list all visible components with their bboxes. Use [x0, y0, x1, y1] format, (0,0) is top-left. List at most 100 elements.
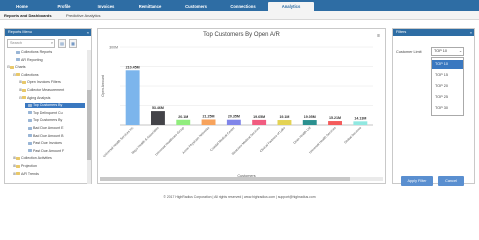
collapse-right-icon[interactable]: »: [470, 29, 472, 36]
search-placeholder: Search: [10, 41, 23, 45]
tree-item-label: Collections: [21, 72, 39, 77]
tree-scrollbar-thumb[interactable]: [87, 90, 91, 160]
x-tick-label: Universal Health Services Inc: [102, 126, 135, 159]
dropdown-option[interactable]: TOP 15: [432, 71, 463, 80]
chart-bar: [353, 121, 368, 125]
chevron-down-icon[interactable]: ⌄: [459, 48, 462, 55]
tree-scrollbar[interactable]: [87, 50, 91, 184]
bar-chart: 300M Open Amount 210.45M Universal Health S…: [101, 46, 373, 178]
chart-scrollbar-thumb[interactable]: [100, 177, 350, 181]
tree-item[interactable]: Top Delinquent Cu: [25, 111, 85, 116]
search-icon[interactable]: ⌕: [51, 40, 53, 47]
report-icon: [28, 111, 32, 115]
tab-profile[interactable]: Profile: [44, 2, 84, 11]
tree-item-label: Past Due Invoices: [33, 141, 62, 146]
tree-item[interactable]: ⊞ Open Invoices Filters: [19, 80, 85, 85]
dropdown-option[interactable]: TOP 20: [432, 82, 463, 91]
folder-icon: [22, 96, 26, 100]
tree-item[interactable]: ⊟ Charts: [7, 65, 85, 70]
bar-data-label: 21.25M: [203, 114, 215, 118]
tree-item-label: Past Due Amount F: [33, 148, 65, 153]
expand-all-icon[interactable]: ▤: [58, 39, 66, 48]
bar-data-label: 53.46M: [152, 106, 164, 110]
dropdown-option[interactable]: TOP 30: [432, 104, 463, 113]
tree-item-label: Bad Due Amount E: [33, 126, 64, 130]
bar-data-label: 210.45M: [126, 65, 140, 69]
tree-item[interactable]: Bad Due Amount B: [25, 134, 85, 139]
tree-item[interactable]: ⊟ Aging Analysis: [19, 96, 85, 101]
sub-navigation: Reports and Dashboards Predictive Analyt…: [0, 11, 479, 20]
chart-bar: [201, 119, 216, 125]
tab-analytics[interactable]: Analytics: [268, 2, 314, 11]
dropdown-option[interactable]: TOP 10: [432, 60, 463, 69]
customer-limit-dropdown: TOP 10 TOP 15 TOP 20 TOP 25 TOP 30: [431, 57, 464, 116]
customer-limit-label: Customer Limit: [396, 50, 422, 54]
subtab-reports-dashboards[interactable]: Reports and Dashboards: [4, 13, 52, 18]
chart-bar: [226, 119, 241, 125]
tree-item-label: Projection: [21, 164, 37, 168]
folder-icon: [16, 164, 20, 168]
tree-item-label: Collections Reports: [21, 50, 53, 54]
tab-customers[interactable]: Customers: [174, 2, 218, 11]
x-tick-label: Universal Health Services: [308, 126, 337, 155]
report-icon: [16, 50, 20, 54]
customer-limit-select[interactable]: TOP 10 ⌄: [431, 47, 464, 56]
report-icon: [28, 103, 32, 107]
x-tick-label: Dean Health Ltd: [292, 126, 311, 145]
x-tick-label: Coastal Medical Center: [209, 125, 236, 152]
tree-item-label: Top Delinquent Cu: [33, 110, 63, 115]
filters-title: Filters: [396, 30, 407, 34]
folder-icon: [22, 88, 26, 92]
top-navigation: Home Profile Invoices Remittance Custome…: [0, 0, 479, 11]
x-tick-label: Acme Physician Networks: [181, 126, 210, 155]
customer-limit-value: TOP 10: [434, 49, 447, 53]
folder-icon: [16, 172, 20, 176]
y-axis-label: Open Amount: [101, 75, 105, 96]
tree-item[interactable]: Past Due Amount F: [25, 149, 85, 154]
bar-data-label: 20.1M: [178, 115, 188, 119]
tree-item[interactable]: ⊞ A/R Trends: [13, 172, 85, 177]
chart-bar: [176, 119, 191, 125]
collapse-all-icon[interactable]: ▦: [69, 39, 77, 48]
filters-header: Filters »: [393, 29, 474, 36]
tab-invoices[interactable]: Invoices: [86, 2, 126, 11]
chart-scrollbar[interactable]: [100, 177, 383, 181]
tree-item[interactable]: ⊟ Collections: [13, 73, 85, 78]
cancel-button[interactable]: Cancel: [438, 176, 464, 186]
report-icon: [28, 141, 32, 145]
tab-home[interactable]: Home: [2, 2, 42, 11]
bar-data-label: 20.35M: [228, 115, 240, 119]
subtab-predictive-analytics[interactable]: Predictive Analytics: [66, 13, 100, 18]
tree-item-label: Top Customers By: [33, 103, 63, 108]
report-icon: [28, 149, 32, 153]
collapse-left-icon[interactable]: «: [87, 29, 89, 36]
x-tick-label: Westview Medical Services: [231, 126, 261, 156]
tree-item[interactable]: Top Customers By: [25, 103, 85, 109]
tree-item[interactable]: ⊞ Projection: [13, 164, 85, 169]
apply-filter-button[interactable]: Apply Filter: [401, 176, 433, 186]
y-tick-label: 300M: [109, 46, 118, 50]
reports-search-input[interactable]: Search ⌕: [7, 39, 55, 48]
bar-data-label: 19.65M: [253, 115, 265, 119]
tree-item-label: Top Customers By: [33, 118, 63, 123]
tree-item[interactable]: Bad Due Amount E: [25, 126, 85, 131]
tree-item[interactable]: Past Due Invoices: [25, 141, 85, 146]
tab-remittance[interactable]: Remittance: [128, 2, 172, 11]
tree-item[interactable]: Collections Reports: [13, 50, 85, 55]
tree-item[interactable]: AR Reporting: [13, 58, 85, 63]
tree-item[interactable]: ⊞ Collector Measurement: [19, 88, 85, 93]
reports-menu-header: Reports Menu «: [5, 29, 91, 36]
chart-bar: [252, 119, 267, 125]
tree-item[interactable]: ⊞ Collection Activities: [13, 156, 85, 161]
folder-icon: [22, 80, 26, 84]
folder-icon: [16, 156, 20, 160]
chart-panel: Top Customers By Open A/R ≡ 300M Open Amo…: [97, 28, 386, 184]
tree-item[interactable]: Top Customers By: [25, 118, 85, 123]
tab-connections[interactable]: Connections: [220, 2, 266, 11]
dropdown-option[interactable]: TOP 25: [432, 93, 463, 102]
reports-menu-title: Reports Menu: [8, 30, 32, 34]
report-icon: [28, 126, 32, 130]
chart-bar: [277, 120, 292, 125]
chart-bar: [328, 121, 343, 125]
tree-item-label: Collector Measurement: [27, 88, 65, 92]
